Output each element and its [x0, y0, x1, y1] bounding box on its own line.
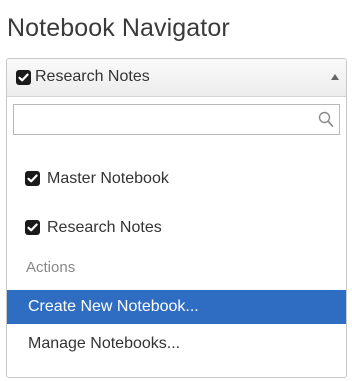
- checkbox-checked-icon: [16, 70, 31, 85]
- caret-up-icon[interactable]: [331, 74, 339, 80]
- actions-group-label: Actions: [26, 259, 76, 276]
- search-input[interactable]: [18, 108, 312, 132]
- action-label: Manage Notebooks...: [28, 335, 181, 352]
- notebook-option-research-notes[interactable]: Research Notes: [7, 211, 346, 245]
- checkbox-checked-icon[interactable]: [25, 171, 40, 186]
- manage-notebooks-item[interactable]: Manage Notebooks...: [7, 327, 346, 361]
- checkbox-checked-icon[interactable]: [25, 220, 40, 235]
- notebook-dropdown: Research Notes Master Notebook Research …: [6, 58, 347, 378]
- notebook-option-label: Research Notes: [47, 219, 162, 236]
- search-box: [13, 104, 340, 135]
- notebook-option-label: Master Notebook: [47, 170, 169, 187]
- search-icon[interactable]: [318, 111, 334, 133]
- action-label: Create New Notebook...: [28, 298, 199, 315]
- notebook-option-master-notebook[interactable]: Master Notebook: [7, 162, 346, 196]
- selected-notebook-label: Research Notes: [35, 68, 150, 85]
- notebook-selector[interactable]: Research Notes: [7, 59, 346, 97]
- create-new-notebook-item[interactable]: Create New Notebook...: [7, 290, 346, 324]
- panel-title: Notebook Navigator: [7, 14, 230, 42]
